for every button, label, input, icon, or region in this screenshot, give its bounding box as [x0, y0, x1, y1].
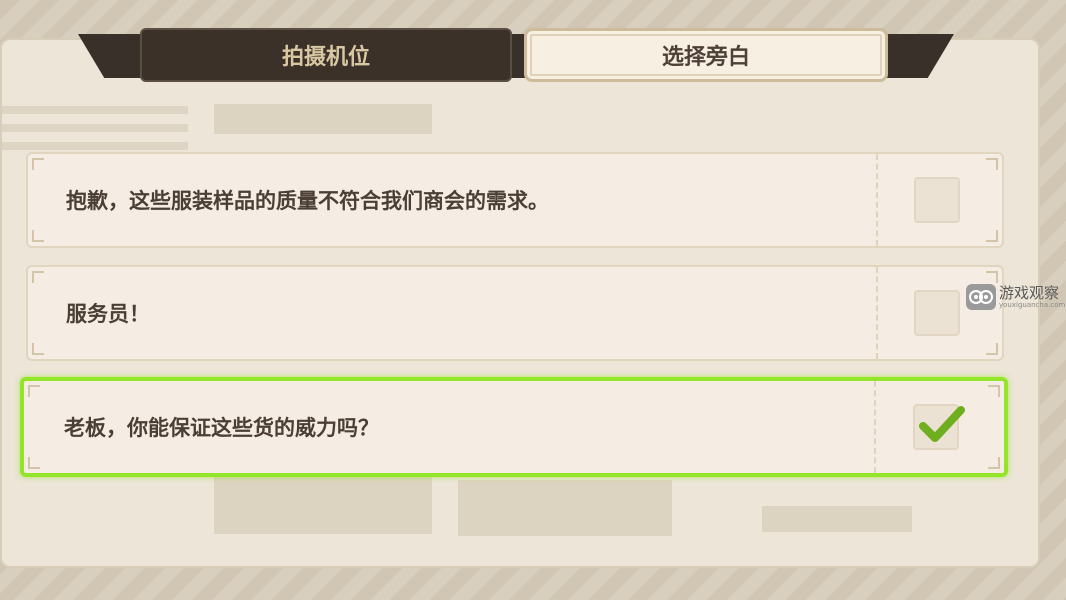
narration-option[interactable]: 服务员！ — [26, 265, 1004, 361]
decor-block — [762, 506, 912, 532]
tab-select-narration[interactable]: 选择旁白 — [524, 28, 888, 82]
watermark-subtitle: youxiguancha.com — [999, 301, 1066, 309]
corner-ornament — [32, 343, 44, 355]
corner-ornament — [986, 343, 998, 355]
decor-block — [458, 480, 672, 536]
watermark-logo-icon — [966, 284, 996, 310]
option-divider — [876, 267, 878, 359]
decor-stripe — [2, 124, 188, 132]
option-text: 服务员！ — [66, 302, 150, 326]
corner-ornament — [986, 230, 998, 242]
corner-ornament — [988, 457, 1000, 469]
corner-ornament — [986, 158, 998, 170]
decor-stripe — [2, 106, 188, 114]
narration-option[interactable]: 抱歉，这些服装样品的质量不符合我们商会的需求。 — [26, 152, 1004, 248]
corner-ornament — [28, 385, 40, 397]
option-text: 抱歉，这些服装样品的质量不符合我们商会的需求。 — [66, 189, 549, 213]
decor-block — [214, 104, 432, 134]
decor-stripe — [2, 142, 188, 150]
option-checkbox[interactable] — [914, 177, 960, 223]
corner-ornament — [32, 158, 44, 170]
option-text: 老板，你能保证这些货的威力吗？ — [64, 416, 379, 440]
corner-ornament — [28, 457, 40, 469]
watermark-title: 游戏观察 — [999, 284, 1060, 302]
option-divider — [874, 381, 876, 473]
narration-option-selected[interactable]: 老板，你能保证这些货的威力吗？ — [20, 377, 1008, 477]
watermark: 游戏观察 youxiguancha.com — [966, 282, 1066, 314]
tab-bar: 拍摄机位 选择旁白 — [78, 28, 954, 84]
tab-camera-position[interactable]: 拍摄机位 — [140, 28, 512, 82]
option-divider — [876, 154, 878, 246]
option-checkbox[interactable] — [914, 290, 960, 336]
corner-ornament — [32, 271, 44, 283]
corner-ornament — [32, 230, 44, 242]
checkmark-icon — [919, 406, 965, 442]
option-checkbox-checked[interactable] — [913, 404, 965, 450]
corner-ornament — [988, 385, 1000, 397]
